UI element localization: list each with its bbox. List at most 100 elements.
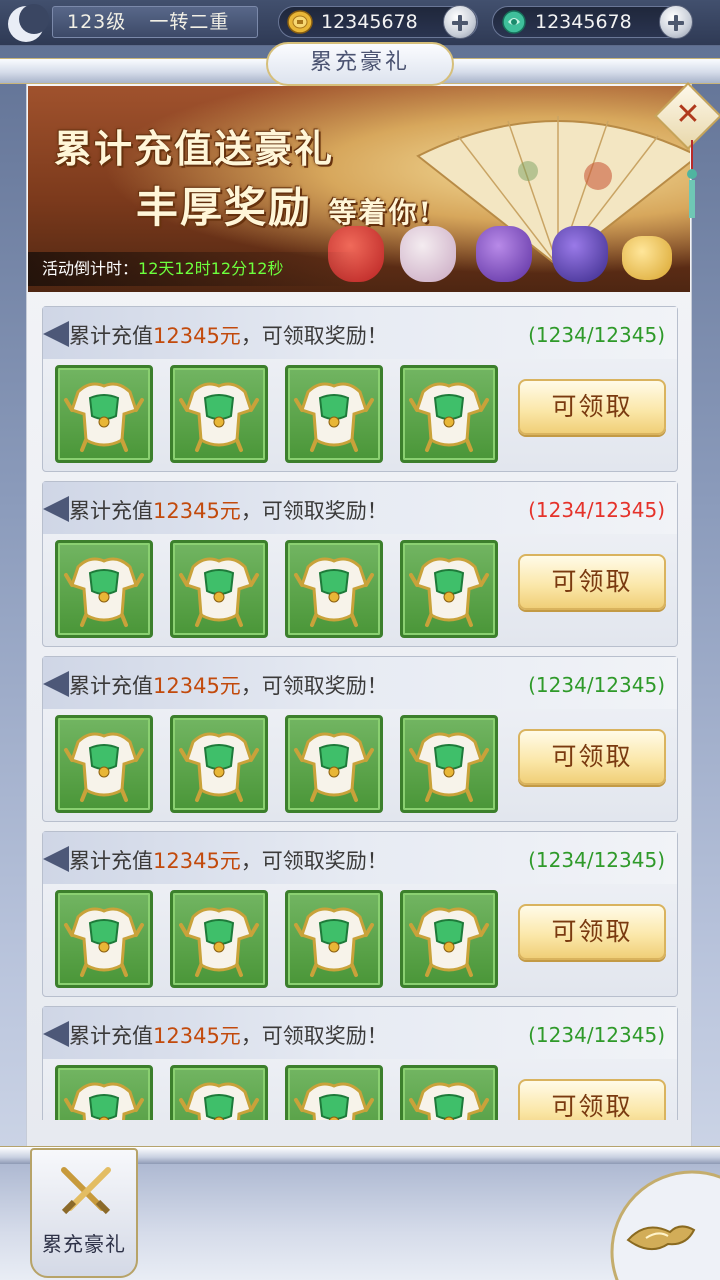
banner-subheadline: 丰厚奖励 等着你! (136, 174, 433, 235)
reward-card-header: 累计充值12345元，可领取奖励！ (1234/12345) (43, 832, 677, 884)
reward-amount: 12345元 (153, 849, 241, 873)
claim-button[interactable]: 可领取 (518, 554, 666, 610)
reward-progress: (1234/12345) (528, 673, 665, 697)
reward-card: 累计充值12345元，可领取奖励！ (1234/12345) 可领取 (42, 831, 678, 997)
countdown-time: 12天12时12分12秒 (138, 259, 284, 278)
gold-coin-icon (287, 10, 313, 34)
reward-item-slot[interactable] (400, 715, 498, 813)
armor-icon (409, 907, 489, 977)
banner-headline: 累计充值送豪礼 (54, 126, 335, 171)
armor-icon (64, 732, 144, 802)
armor-icon (179, 1082, 259, 1120)
reward-amount: 12345元 (153, 499, 241, 523)
armor-icon (409, 382, 489, 452)
reward-item-slot[interactable] (400, 540, 498, 638)
reward-card-header: 累计充值12345元，可领取奖励！ (1234/12345) (43, 657, 677, 709)
claim-button[interactable]: 可领取 (518, 729, 666, 785)
reward-card-header: 累计充值12345元，可领取奖励！ (1234/12345) (43, 482, 677, 534)
reward-item-slot[interactable] (285, 715, 383, 813)
reward-item-slot[interactable] (170, 715, 268, 813)
reward-condition-suffix: ，可领取奖励！ (240, 849, 388, 873)
player-rank: 一转二重 (149, 11, 230, 33)
event-countdown: 活动倒计时：12天12时12分12秒 (28, 252, 358, 286)
reward-progress: (1234/12345) (528, 498, 665, 522)
gift-bag-white-icon (400, 226, 456, 282)
gift-bag-blue-icon (552, 226, 608, 282)
jade-icon (502, 10, 526, 34)
reward-condition-prefix: 累计充值 (69, 674, 153, 698)
reward-amount: 12345元 (153, 324, 241, 348)
reward-item-slot[interactable] (170, 1065, 268, 1120)
reward-card: 累计充值12345元，可领取奖励！ (1234/12345) 可领取 (42, 1006, 678, 1120)
gift-bag-purple-icon (476, 226, 532, 282)
ribbon-tip-icon (43, 496, 69, 522)
claim-button[interactable]: 可领取 (518, 1079, 666, 1120)
reward-condition: 累计充值12345元，可领取奖励！ (69, 320, 388, 350)
reward-condition-prefix: 累计充值 (69, 849, 153, 873)
reward-condition-suffix: ，可领取奖励！ (240, 499, 388, 523)
event-banner: 累计充值送豪礼 丰厚奖励 等着你! 活动倒计时：12天12时12分12秒 (28, 86, 690, 292)
reward-condition-prefix: 累计充值 (69, 324, 153, 348)
reward-item-slot[interactable] (55, 890, 153, 988)
reward-item-slot[interactable] (285, 540, 383, 638)
armor-icon (409, 1082, 489, 1120)
reward-condition-prefix: 累计充值 (69, 1024, 153, 1048)
reward-list[interactable]: 累计充值12345元，可领取奖励！ (1234/12345) 可领取 累计充值1… (42, 306, 680, 1120)
gold-ingot-icon (622, 236, 672, 280)
reward-item-slot[interactable] (285, 890, 383, 988)
ribbon-tip-icon (43, 321, 69, 347)
reward-item-slot[interactable] (400, 365, 498, 463)
banner-subheadline-small: 等着你! (328, 196, 433, 229)
reward-item-slot[interactable] (170, 365, 268, 463)
ribbon-tip-icon (43, 671, 69, 697)
armor-icon (179, 732, 259, 802)
tassel-decoration (687, 140, 697, 218)
claim-button[interactable]: 可领取 (518, 904, 666, 960)
armor-icon (64, 557, 144, 627)
reward-condition-suffix: ，可领取奖励！ (240, 324, 388, 348)
armor-icon (179, 907, 259, 977)
reward-card: 累计充值12345元，可领取奖励！ (1234/12345) 可领取 (42, 306, 678, 472)
tab-label: 累充豪礼 (42, 1232, 126, 1256)
armor-icon (64, 382, 144, 452)
player-level: 123级 (67, 11, 127, 33)
reward-item-slot[interactable] (285, 365, 383, 463)
reward-card: 累计充值12345元，可领取奖励！ (1234/12345) 可领取 (42, 656, 678, 822)
level-info: 123级 一转二重 (52, 6, 258, 38)
reward-item-slot[interactable] (170, 540, 268, 638)
countdown-label: 活动倒计时： (42, 259, 139, 278)
reward-item-slot[interactable] (400, 1065, 498, 1120)
reward-item-slot[interactable] (55, 1065, 153, 1120)
reward-card-header: 累计充值12345元，可领取奖励！ (1234/12345) (43, 307, 677, 359)
reward-amount: 12345元 (153, 1024, 241, 1048)
reward-condition-suffix: ，可领取奖励！ (240, 674, 388, 698)
reward-item-slot[interactable] (55, 540, 153, 638)
add-gold-button[interactable] (443, 5, 477, 39)
reward-amount: 12345元 (153, 674, 241, 698)
armor-icon (409, 732, 489, 802)
ribbon-tip-icon (43, 846, 69, 872)
reward-progress: (1234/12345) (528, 848, 665, 872)
reward-item-slot[interactable] (55, 715, 153, 813)
armor-icon (179, 557, 259, 627)
reward-progress: (1234/12345) (528, 323, 665, 347)
armor-icon (409, 557, 489, 627)
reward-item-slot[interactable] (285, 1065, 383, 1120)
armor-icon (294, 557, 374, 627)
page-title: 累充豪礼 (266, 42, 454, 86)
reward-condition-prefix: 累计充值 (69, 499, 153, 523)
add-jade-button[interactable] (659, 5, 693, 39)
reward-condition: 累计充值12345元，可领取奖励！ (69, 670, 388, 700)
reward-item-slot[interactable] (170, 890, 268, 988)
reward-card: 累计充值12345元，可领取奖励！ (1234/12345) 可领取 (42, 481, 678, 647)
reward-item-slot[interactable] (400, 890, 498, 988)
tab-recharge-gift[interactable]: 累充豪礼 (30, 1148, 138, 1278)
claim-button[interactable]: 可领取 (518, 379, 666, 435)
reward-item-slot[interactable] (55, 365, 153, 463)
ribbon-tip-icon (43, 1021, 69, 1047)
armor-icon (64, 1082, 144, 1120)
reward-card-header: 累计充值12345元，可领取奖励！ (1234/12345) (43, 1007, 677, 1059)
armor-icon (64, 907, 144, 977)
top-status-bar: 123级 一转二重 12345678 12345678 (0, 0, 720, 46)
cloud-swirl-icon[interactable] (606, 1166, 720, 1280)
